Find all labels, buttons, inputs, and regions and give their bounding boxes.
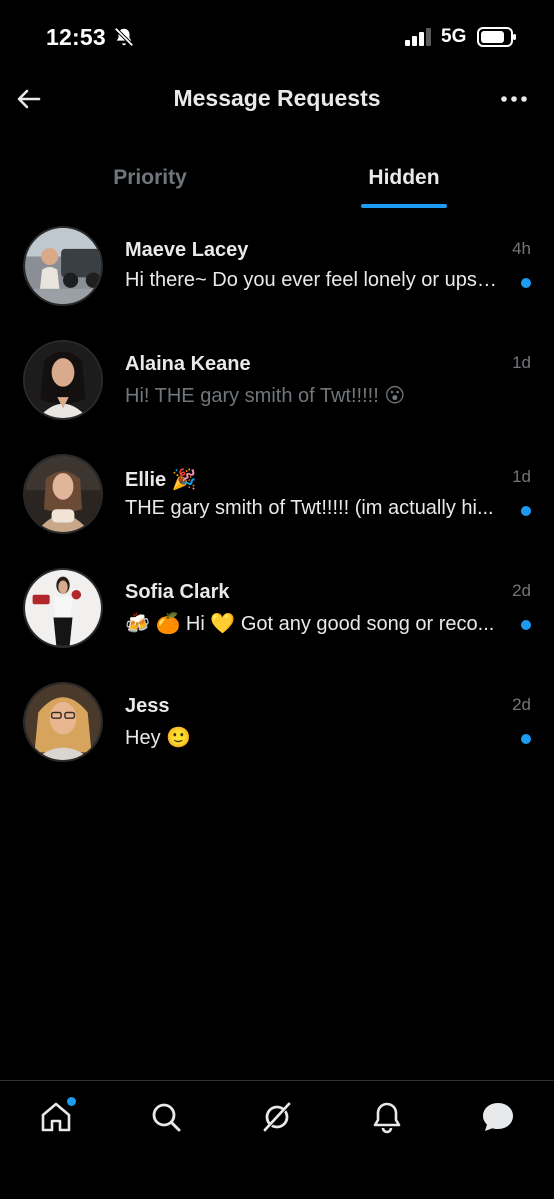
- avatar: [23, 568, 103, 648]
- bell-icon: [373, 1102, 401, 1134]
- conversation-list: Maeve Lacey 4h Hi there~ Do you ever fee…: [0, 222, 554, 792]
- message-requests-screen: 12:53 5G Message Requests Priority Hidde…: [0, 0, 554, 1199]
- nav-grok[interactable]: [257, 1097, 297, 1137]
- status-time: 12:53: [46, 24, 106, 50]
- message-time: 4h: [512, 239, 531, 258]
- message-snippet: THE gary smith of Twt!!!!! (im actually …: [125, 497, 494, 519]
- signal-icon: [405, 28, 431, 46]
- tab-hidden[interactable]: Hidden: [314, 150, 494, 210]
- nav-notifications[interactable]: [367, 1097, 407, 1137]
- message-time: 2d: [512, 581, 531, 600]
- avatar: [23, 682, 103, 762]
- bottom-nav: [0, 1080, 554, 1199]
- unread-indicator: [521, 506, 531, 516]
- header: Message Requests: [0, 70, 554, 130]
- conversation-row[interactable]: Jess 2d Hey 🙂: [0, 678, 554, 792]
- message-time: 2d: [512, 695, 531, 714]
- tab-selected-indicator: [361, 204, 447, 208]
- battery-icon: [477, 27, 516, 47]
- sender-name: Sofia Clark: [125, 581, 230, 603]
- notification-badge: [67, 1097, 76, 1106]
- sender-name: Ellie 🎉: [125, 469, 197, 491]
- network-type: 5G: [441, 26, 467, 47]
- message-snippet: 🍻 🍊 Hi 💛 Got any good song or reco...: [125, 613, 495, 635]
- page-title: Message Requests: [173, 85, 381, 111]
- message-time: 1d: [512, 353, 531, 372]
- more-horizontal-icon[interactable]: [498, 88, 530, 110]
- message-snippet: Hi there~ Do you ever feel lonely or ups…: [125, 269, 507, 291]
- nav-home[interactable]: [36, 1097, 76, 1137]
- grok-icon: [263, 1102, 291, 1132]
- unread-indicator: [521, 620, 531, 630]
- sender-name: Jess: [125, 695, 170, 717]
- conversation-row[interactable]: Sofia Clark 2d 🍻 🍊 Hi 💛 Got any good son…: [0, 564, 554, 678]
- nav-messages[interactable]: [478, 1097, 518, 1137]
- avatar: [23, 340, 103, 420]
- message-time: 1d: [512, 467, 531, 486]
- message-snippet: Hi! THE gary smith of Twt!!!!! 😮: [125, 385, 406, 407]
- sender-name: Alaina Keane: [125, 353, 251, 375]
- conversation-row[interactable]: Alaina Keane 1d Hi! THE gary smith of Tw…: [0, 336, 554, 450]
- status-bar: 12:53 5G: [0, 0, 554, 70]
- message-snippet: Hey 🙂: [125, 727, 192, 749]
- conversation-row[interactable]: Ellie 🎉 1d THE gary smith of Twt!!!!! (i…: [0, 450, 554, 564]
- tab-priority[interactable]: Priority: [60, 150, 240, 210]
- unread-indicator: [521, 278, 531, 288]
- avatar: [23, 454, 103, 534]
- nav-search[interactable]: [146, 1097, 186, 1137]
- unread-indicator: [521, 734, 531, 744]
- messages-icon: [483, 1103, 513, 1131]
- search-icon: [152, 1103, 181, 1132]
- bell-off-icon: [114, 27, 134, 47]
- conversation-row[interactable]: Maeve Lacey 4h Hi there~ Do you ever fee…: [0, 222, 554, 336]
- avatar: [23, 226, 103, 306]
- tab-bar: Priority Hidden: [0, 150, 554, 210]
- sender-name: Maeve Lacey: [125, 239, 249, 261]
